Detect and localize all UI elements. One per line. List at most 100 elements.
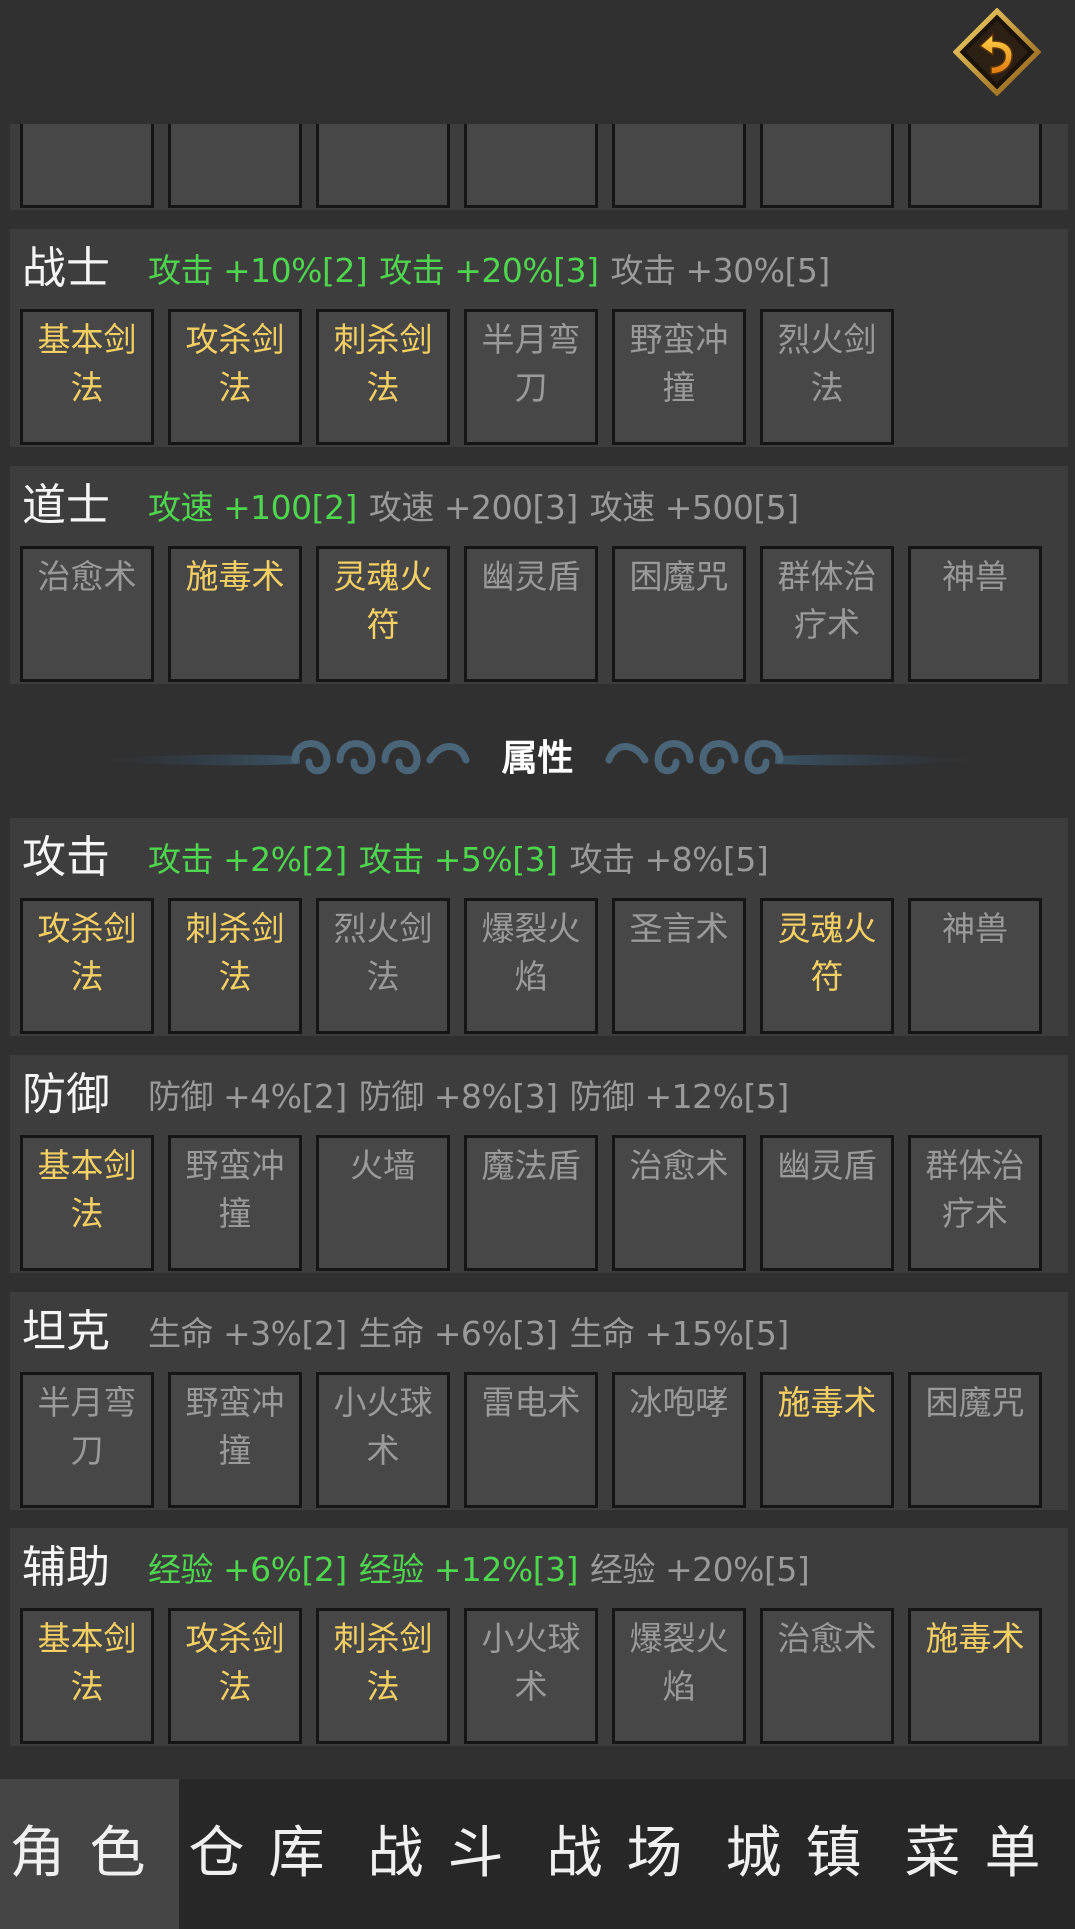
bonus-tier: 攻击 +5%[3]: [358, 840, 558, 879]
skill-slot[interactable]: 群体治 疗术: [760, 546, 894, 682]
partial-skill-section: 术焰: [10, 124, 1068, 210]
skill-slot[interactable]: 治愈术: [760, 1608, 894, 1744]
skill-slot-label: 撞: [662, 368, 696, 407]
skill-slot[interactable]: 神兽: [908, 546, 1042, 682]
skill-slot-label: 术: [23, 124, 151, 127]
bonus-tier: 生命 +3%[2]: [148, 1314, 347, 1353]
skill-slot[interactable]: 幽灵盾: [464, 546, 598, 682]
skill-slot[interactable]: [316, 124, 450, 208]
skill-slot[interactable]: 困魔咒: [612, 546, 746, 682]
bonus-tier: 攻速 +500[5]: [589, 488, 799, 527]
skill-slot-label: 神兽: [942, 909, 1008, 948]
skill-slot-label: 半月弯: [37, 1383, 137, 1422]
group-title: 坦克: [22, 1306, 110, 1357]
skill-slot-label: 刺杀剑: [333, 1619, 433, 1658]
nav-tab[interactable]: 战斗: [358, 1779, 537, 1929]
top-bar: [0, 0, 1075, 124]
group-bonus-line: 生命 +3%[2] 生命 +6%[3] 生命 +15%[5]: [148, 1312, 801, 1356]
bonus-tier: 攻击 +10%[2]: [148, 251, 368, 290]
skill-slot[interactable]: 烈火剑法: [760, 309, 894, 445]
group-1: 防御 防御 +4%[2] 防御 +8%[3] 防御 +12%[5] 基本剑法野蛮冲撞火墙…: [10, 1055, 1068, 1273]
skill-slot-label: 野蛮冲: [185, 1383, 285, 1422]
skill-slot-label: 法: [70, 1194, 104, 1233]
skill-slot[interactable]: 小火球术: [464, 1608, 598, 1744]
nav-tab[interactable]: 城镇: [716, 1779, 895, 1929]
nav-tab[interactable]: 仓库: [179, 1779, 358, 1929]
skill-slot[interactable]: 半月弯刀: [20, 1372, 154, 1508]
nav-tab[interactable]: 战场: [537, 1779, 716, 1929]
nav-tab[interactable]: 菜单: [895, 1779, 1074, 1929]
bonus-tier: 防御 +4%[2]: [148, 1077, 347, 1116]
skill-slot[interactable]: 攻杀剑法: [168, 309, 302, 445]
skill-slot-label: 法: [810, 368, 844, 407]
skill-slot[interactable]: 圣言术: [612, 898, 746, 1034]
skill-slot[interactable]: 刺杀剑法: [316, 1608, 450, 1744]
skill-slot[interactable]: 焰: [168, 124, 302, 208]
skill-slot[interactable]: 术: [20, 124, 154, 208]
skill-slot[interactable]: 火墙: [316, 1135, 450, 1271]
skill-slot[interactable]: 雷电术: [464, 1372, 598, 1508]
skill-slot[interactable]: 困魔咒: [908, 1372, 1042, 1508]
skill-slot[interactable]: 烈火剑法: [316, 898, 450, 1034]
skill-slot-label: 刀: [514, 368, 548, 407]
skill-slot[interactable]: 灵魂火符: [316, 546, 450, 682]
skill-slot-label: 烈火剑: [777, 320, 877, 359]
skill-slot-label: 困魔咒: [629, 557, 729, 596]
skill-slot[interactable]: 治愈术: [612, 1135, 746, 1271]
skill-slot[interactable]: [760, 124, 894, 208]
skill-slot-label: 雷电术: [481, 1383, 581, 1422]
skill-slot[interactable]: [908, 124, 1042, 208]
skill-slot[interactable]: 爆裂火焰: [612, 1608, 746, 1744]
skill-slot-label: 法: [218, 1667, 252, 1706]
group-bonus-line: 攻击 +2%[2] 攻击 +5%[3] 攻击 +8%[5]: [148, 838, 780, 882]
skill-slot[interactable]: 灵魂火符: [760, 898, 894, 1034]
skill-slot[interactable]: 攻杀剑法: [20, 898, 154, 1034]
skill-slot-label: 法: [70, 1667, 104, 1706]
back-arrow-icon[interactable]: [953, 8, 1041, 96]
skill-slot-label: 攻杀剑: [185, 1619, 285, 1658]
skill-slot[interactable]: [464, 124, 598, 208]
skill-slot[interactable]: 治愈术: [20, 546, 154, 682]
skill-slot[interactable]: 施毒术: [168, 546, 302, 682]
skill-slot[interactable]: 野蛮冲撞: [168, 1135, 302, 1271]
skill-slot-label: 烈火剑: [333, 909, 433, 948]
skill-slot[interactable]: 基本剑法: [20, 309, 154, 445]
skill-slot[interactable]: 野蛮冲撞: [612, 309, 746, 445]
skill-slot[interactable]: 小火球术: [316, 1372, 450, 1508]
bonus-tier: 攻击 +2%[2]: [148, 840, 347, 879]
skill-slot[interactable]: 刺杀剑法: [168, 898, 302, 1034]
skill-slot-label: 刺杀剑: [185, 909, 285, 948]
skill-slot[interactable]: 刺杀剑法: [316, 309, 450, 445]
skill-slot-label: 焰: [514, 957, 548, 996]
bonus-tier: 攻速 +100[2]: [148, 488, 357, 527]
skill-slot[interactable]: 施毒术: [908, 1608, 1042, 1744]
skill-slot-label: 法: [70, 368, 104, 407]
skill-slot[interactable]: 魔法盾: [464, 1135, 598, 1271]
skill-slot[interactable]: 爆裂火焰: [464, 898, 598, 1034]
skill-slot[interactable]: 半月弯刀: [464, 309, 598, 445]
skill-slot[interactable]: 基本剑法: [20, 1608, 154, 1744]
bonus-tier: 生命 +15%[5]: [569, 1314, 790, 1353]
skill-slot[interactable]: 基本剑法: [20, 1135, 154, 1271]
skill-slot-label: 爆裂火: [629, 1619, 729, 1658]
skill-slot-label: 野蛮冲: [629, 320, 729, 359]
skill-slot[interactable]: 群体治 疗术: [908, 1135, 1042, 1271]
skill-slot[interactable]: 施毒术: [760, 1372, 894, 1508]
skill-slot[interactable]: [612, 124, 746, 208]
skill-slot-label: 撞: [218, 1194, 252, 1233]
skill-slot-label: 攻杀剑: [37, 909, 137, 948]
skill-slot-label: 符: [810, 957, 844, 996]
skill-slot[interactable]: 幽灵盾: [760, 1135, 894, 1271]
nav-tab[interactable]: 角色: [0, 1779, 179, 1929]
skill-slot[interactable]: 神兽: [908, 898, 1042, 1034]
skill-slot-label: 治愈术: [37, 557, 137, 596]
skill-slot-label: 术: [366, 1431, 400, 1470]
skill-slot[interactable]: 攻杀剑法: [168, 1608, 302, 1744]
skill-slot[interactable]: 冰咆哮: [612, 1372, 746, 1508]
skill-slot-label: 灵魂火: [777, 909, 877, 948]
bonus-tier: 攻击 +8%[5]: [569, 840, 769, 879]
skill-slot-label: 疗术: [942, 1194, 1008, 1233]
group-3: 辅助 经验 +6%[2] 经验 +12%[3] 经验 +20%[5] 基本剑法攻杀剑法刺…: [10, 1528, 1068, 1746]
skill-slot[interactable]: 野蛮冲撞: [168, 1372, 302, 1508]
bonus-tier: 攻击 +30%[5]: [610, 251, 830, 290]
